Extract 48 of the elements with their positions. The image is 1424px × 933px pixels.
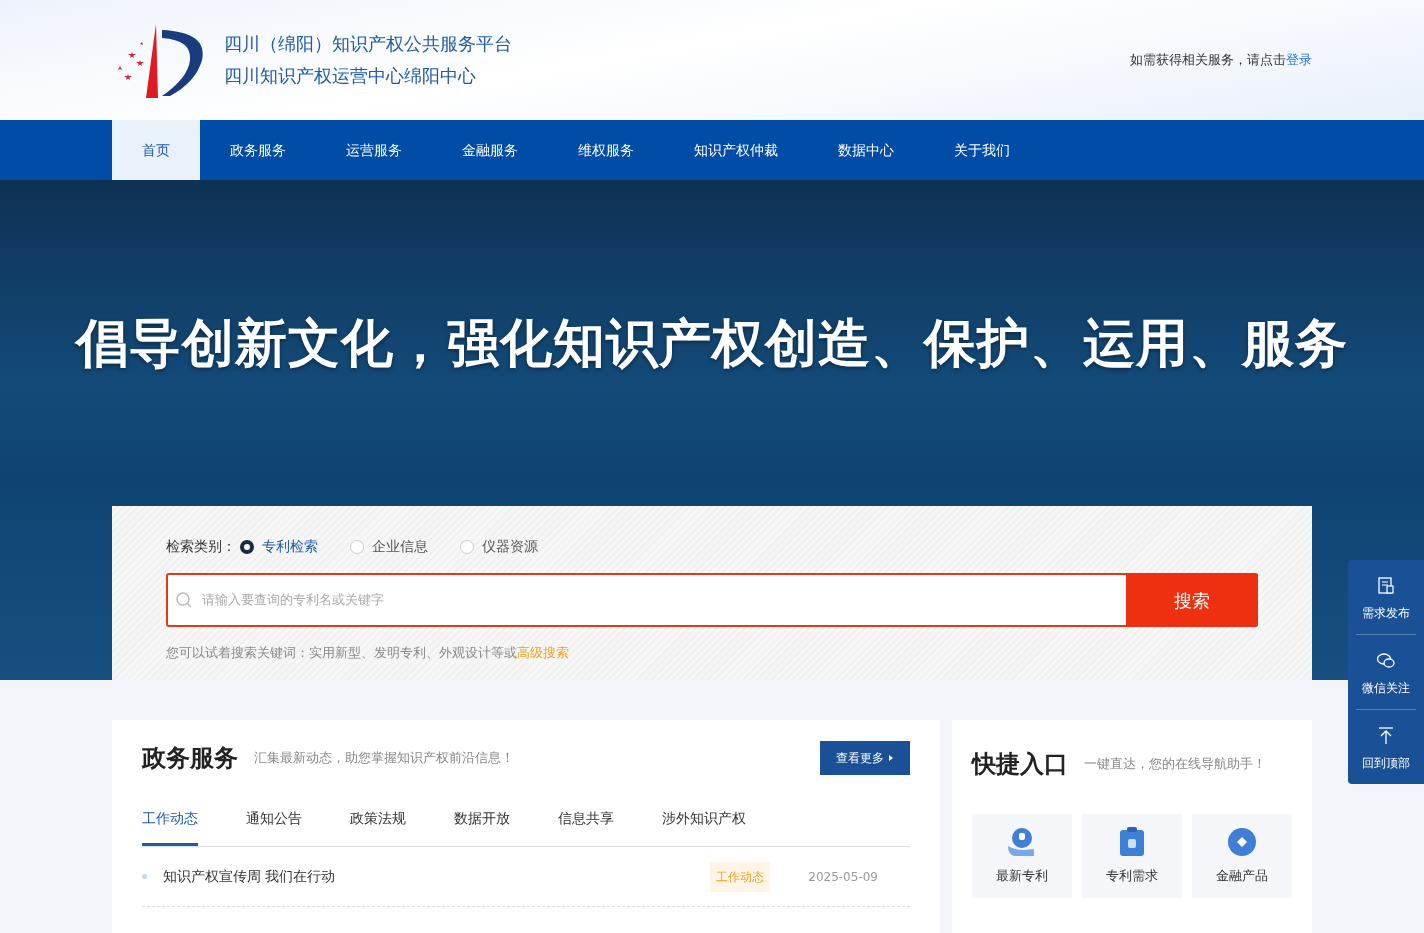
arrow-up-icon [1376, 726, 1396, 746]
side-tool-button[interactable]: 需求发布 [1356, 560, 1416, 635]
quick-entry-tile[interactable]: 专利需求 [1082, 814, 1182, 898]
search-icon [176, 592, 192, 608]
bullet-icon [142, 874, 147, 879]
coin-icon [1226, 826, 1258, 859]
nav-item[interactable]: 运营服务 [316, 120, 432, 180]
news-link[interactable]: 知识产权宣传周 我们在行动 [163, 866, 711, 887]
site-title: 四川（绵阳）知识产权公共服务平台 [224, 32, 513, 56]
search-hint: 您可以试着搜索关键词：实用新型、发明专利、外观设计等或 [166, 645, 517, 660]
tab[interactable]: 政策法规 [350, 808, 406, 846]
login-link[interactable]: 登录 [1286, 52, 1312, 68]
radio-label[interactable]: 仪器资源 [482, 536, 538, 557]
search-category-label: 检索类别： [166, 537, 236, 556]
tab[interactable]: 信息共享 [558, 808, 614, 846]
news-date: 2025-05-09 [808, 868, 878, 886]
banner-slogan: 倡导创新文化，强化知识产权创造、保护、运用、服务 [76, 311, 1348, 375]
section-title: 快捷入口 [972, 749, 1068, 780]
nav-item[interactable]: 数据中心 [808, 120, 924, 180]
news-tag: 工作动态 [710, 861, 771, 892]
nav-item[interactable]: 关于我们 [924, 120, 1040, 180]
nav-item[interactable]: 政务服务 [200, 120, 316, 180]
tab[interactable]: 涉外知识产权 [662, 808, 746, 846]
login-prompt: 如需获得相关服务，请点击 [1130, 52, 1286, 68]
side-tool-button[interactable]: 回到顶部 [1356, 710, 1416, 784]
search-button[interactable]: 搜索 [1126, 573, 1258, 627]
tab[interactable]: 工作动态 [142, 808, 198, 846]
nav-item[interactable]: 金融服务 [432, 120, 548, 180]
quick-entry-tile[interactable]: 金融产品 [1192, 814, 1292, 898]
quick-entry-tile[interactable]: 最新专利 [972, 814, 1072, 898]
view-more-button[interactable]: 查看更多 [820, 741, 910, 775]
chat-icon [1376, 651, 1396, 671]
nav-item[interactable]: 知识产权仲裁 [664, 120, 808, 180]
search-field[interactable]: 请输入要查询的专利名或关键字 搜索 [166, 573, 1258, 627]
radio-button[interactable] [240, 539, 254, 554]
tab[interactable]: 通知公告 [246, 808, 302, 846]
nav-item[interactable]: 首页 [112, 120, 200, 180]
site-title: 四川知识产权运营中心绵阳中心 [224, 64, 477, 88]
section-subtitle: 汇集最新动态，助您掌握知识产权前沿信息！ [254, 749, 515, 768]
radio-label[interactable]: 专利检索 [262, 536, 318, 557]
side-tool-button[interactable]: 微信关注 [1356, 635, 1416, 710]
chevron-icon [888, 754, 894, 762]
section-subtitle: 一键直达，您的在线导航助手！ [1084, 755, 1266, 774]
nav-item[interactable]: 维权服务 [548, 120, 664, 180]
section-title: 政务服务 [142, 743, 238, 774]
radio-label[interactable]: 企业信息 [372, 536, 428, 557]
tab[interactable]: 数据开放 [454, 808, 510, 846]
document-icon [1376, 576, 1396, 596]
